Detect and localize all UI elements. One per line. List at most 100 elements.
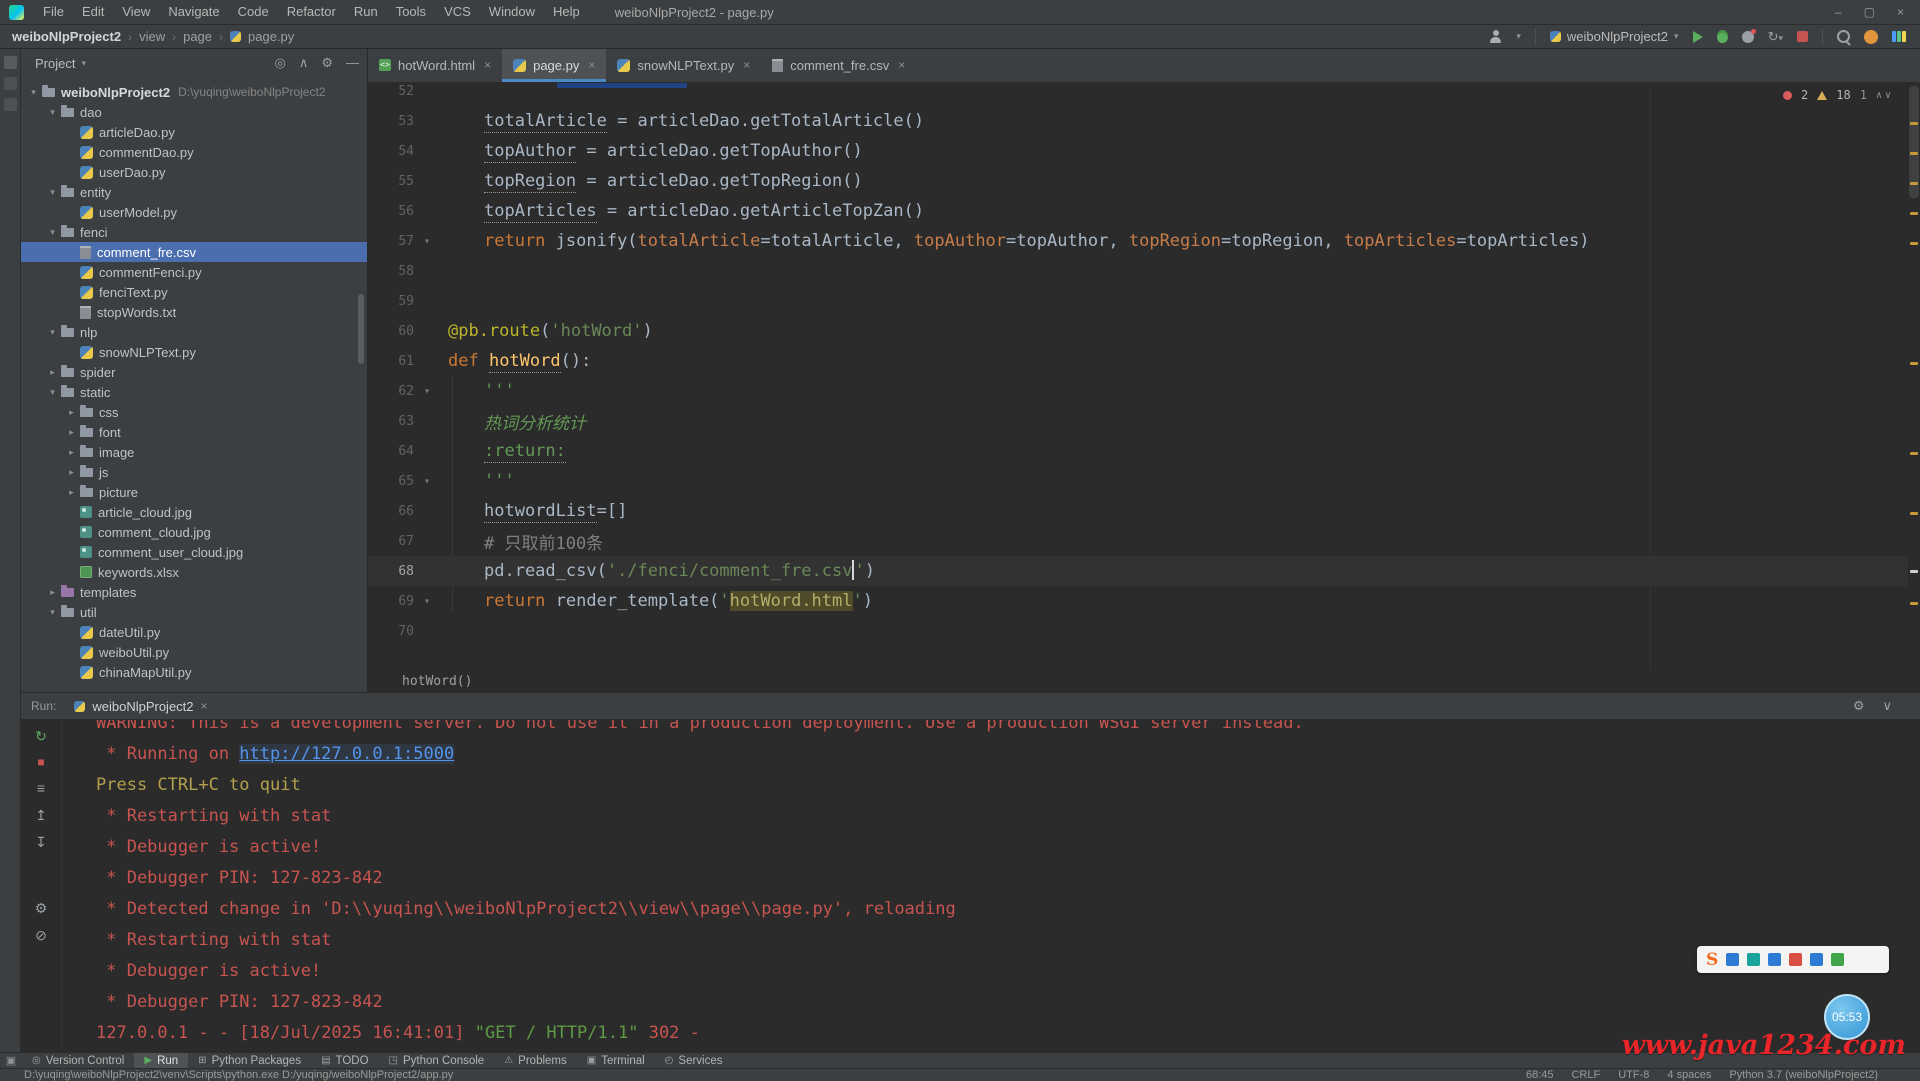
tree-item-commentDao.py[interactable]: commentDao.py	[21, 142, 367, 162]
code-line-54[interactable]: 54topAuthor = articleDao.getTopAuthor()	[368, 136, 1908, 166]
recorder-tool-icon[interactable]	[1726, 953, 1739, 966]
code-line-65[interactable]: 65▾'''	[368, 466, 1908, 496]
inspections-widget[interactable]: 2 18 1 ∧∨	[1783, 88, 1894, 102]
menu-item-navigate[interactable]: Navigate	[159, 4, 228, 19]
breadcrumb-item[interactable]: view	[139, 29, 165, 44]
code-line-62[interactable]: 62▾'''	[368, 376, 1908, 406]
tree-item-weiboNlpProject2[interactable]: ▾weiboNlpProject2D:\yuqing\weiboNlpProje…	[21, 82, 367, 102]
tree-item-entity[interactable]: ▾entity	[21, 182, 367, 202]
profiler-button[interactable]	[1742, 31, 1754, 43]
scroll-down-icon[interactable]: ↧	[35, 835, 47, 849]
fold-icon[interactable]: ▾	[414, 476, 440, 487]
tree-chevron-icon[interactable]: ▾	[46, 227, 59, 238]
menu-item-tools[interactable]: Tools	[387, 4, 435, 19]
plugins-icon[interactable]	[1892, 31, 1906, 42]
close-icon[interactable]: ×	[201, 699, 208, 713]
notifications-icon[interactable]	[1864, 30, 1878, 44]
tree-item-util[interactable]: ▾util	[21, 602, 367, 622]
tree-item-comment_user_cloud.jpg[interactable]: comment_user_cloud.jpg	[21, 542, 367, 562]
tree-item-templates[interactable]: ▸templates	[21, 582, 367, 602]
tree-item-spider[interactable]: ▸spider	[21, 362, 367, 382]
project-stripe-icon[interactable]	[4, 56, 17, 69]
tree-chevron-icon[interactable]: ▸	[65, 467, 78, 478]
clear-icon[interactable]: ⊘	[35, 928, 47, 942]
code-line-57[interactable]: 57▾return jsonify(totalArticle=totalArti…	[368, 226, 1908, 256]
tree-item-userModel.py[interactable]: userModel.py	[21, 202, 367, 222]
toolwindow-todo[interactable]: ▤TODO	[311, 1053, 378, 1068]
fold-icon[interactable]: ▾	[414, 596, 440, 607]
screen-recorder-toolbar[interactable]: S	[1697, 946, 1889, 973]
recorder-tool-icon[interactable]	[1810, 953, 1823, 966]
toolwindow-version-control[interactable]: ◎Version Control	[22, 1053, 134, 1068]
status-item[interactable]: Python 3.7 (weiboNlpProject2)	[1729, 1069, 1878, 1081]
tree-chevron-icon[interactable]: ▸	[65, 447, 78, 458]
menu-item-code[interactable]: Code	[229, 4, 278, 19]
project-scrollbar[interactable]	[358, 294, 364, 364]
tree-item-fenciText.py[interactable]: fenciText.py	[21, 282, 367, 302]
menu-item-edit[interactable]: Edit	[73, 4, 113, 19]
tree-chevron-icon[interactable]: ▸	[65, 407, 78, 418]
fold-icon[interactable]: ▾	[414, 236, 440, 247]
code-line-64[interactable]: 64:return:	[368, 436, 1908, 466]
breadcrumb-item[interactable]: weiboNlpProject2	[12, 29, 121, 44]
tree-item-css[interactable]: ▸css	[21, 402, 367, 422]
code-line-58[interactable]: 58	[368, 256, 1908, 286]
breadcrumb-item[interactable]: page.py	[248, 29, 294, 44]
menu-item-window[interactable]: Window	[480, 4, 544, 19]
close-icon[interactable]: ×	[484, 58, 491, 72]
gear-icon[interactable]: ⚙	[1853, 698, 1865, 714]
stop-icon[interactable]: ■	[37, 756, 44, 768]
tab-comment_fre.csv[interactable]: comment_fre.csv×	[761, 48, 916, 82]
console-output[interactable]: WARNING: This is a development server. D…	[62, 719, 1920, 1052]
tree-item-articleDao.py[interactable]: articleDao.py	[21, 122, 367, 142]
tree-item-picture[interactable]: ▸picture	[21, 482, 367, 502]
menu-item-file[interactable]: File	[34, 4, 73, 19]
menu-item-view[interactable]: View	[113, 4, 159, 19]
close-icon[interactable]: ×	[588, 58, 595, 72]
code-line-55[interactable]: 55topRegion = articleDao.getTopRegion()	[368, 166, 1908, 196]
menu-item-help[interactable]: Help	[544, 4, 589, 19]
rerun-icon[interactable]: ↻	[35, 729, 47, 743]
project-panel-title[interactable]: Project	[35, 56, 75, 71]
code-line-60[interactable]: 60@pb.route('hotWord')	[368, 316, 1908, 346]
collapse-all-icon[interactable]: ∧	[299, 55, 309, 71]
tree-item-commentFenci.py[interactable]: commentFenci.py	[21, 262, 367, 282]
breadcrumb-item[interactable]: page	[183, 29, 212, 44]
editor-scrollbar[interactable]	[1908, 82, 1920, 692]
gear-icon[interactable]: ⚙	[321, 55, 333, 71]
tree-item-comment_fre.csv[interactable]: comment_fre.csv	[21, 242, 367, 262]
close-icon[interactable]: ×	[898, 58, 905, 72]
close-icon[interactable]: ×	[1897, 5, 1904, 19]
tree-item-stopWords.txt[interactable]: stopWords.txt	[21, 302, 367, 322]
status-item[interactable]: 68:45	[1526, 1069, 1554, 1081]
locate-icon[interactable]: ◎	[274, 55, 285, 71]
code-line-61[interactable]: 61def hotWord():	[368, 346, 1908, 376]
tree-item-keywords.xlsx[interactable]: keywords.xlsx	[21, 562, 367, 582]
rerun-button[interactable]: ↻▾	[1768, 28, 1783, 46]
tree-item-image[interactable]: ▸image	[21, 442, 367, 462]
run-config-selector[interactable]: weiboNlpProject2 ▾	[1550, 29, 1679, 44]
tree-chevron-icon[interactable]: ▸	[65, 487, 78, 498]
code-line-63[interactable]: 63热词分析统计	[368, 406, 1908, 436]
tree-item-js[interactable]: ▸js	[21, 462, 367, 482]
code-line-69[interactable]: 69▾return render_template('hotWord.html'…	[368, 586, 1908, 616]
code-line-53[interactable]: 53totalArticle = articleDao.getTotalArti…	[368, 106, 1908, 136]
status-item[interactable]: UTF-8	[1618, 1069, 1649, 1081]
tree-item-fenci[interactable]: ▾fenci	[21, 222, 367, 242]
toolwindow-services[interactable]: ◴Services	[655, 1053, 733, 1068]
recorder-tool-icon[interactable]	[1747, 953, 1760, 966]
search-icon[interactable]	[1837, 30, 1850, 43]
status-item[interactable]: CRLF	[1571, 1069, 1600, 1081]
tab-snowNLPText.py[interactable]: snowNLPText.py×	[606, 48, 761, 82]
tree-item-snowNLPText.py[interactable]: snowNLPText.py	[21, 342, 367, 362]
tree-item-nlp[interactable]: ▾nlp	[21, 322, 367, 342]
next-prev-highlight-icons[interactable]: ∧∨	[1876, 90, 1894, 101]
tree-chevron-icon[interactable]: ▾	[46, 187, 59, 198]
debug-button[interactable]	[1717, 30, 1728, 43]
code-line-68[interactable]: 68pd.read_csv('./fenci/comment_fre.csv')	[368, 556, 1908, 586]
code-line-67[interactable]: 67# 只取前100条	[368, 526, 1908, 556]
scroll-up-icon[interactable]: ↥	[35, 808, 47, 822]
code-line-56[interactable]: 56topArticles = articleDao.getArticleTop…	[368, 196, 1908, 226]
tree-chevron-icon[interactable]: ▾	[46, 607, 59, 618]
tree-item-weiboUtil.py[interactable]: weiboUtil.py	[21, 642, 367, 662]
